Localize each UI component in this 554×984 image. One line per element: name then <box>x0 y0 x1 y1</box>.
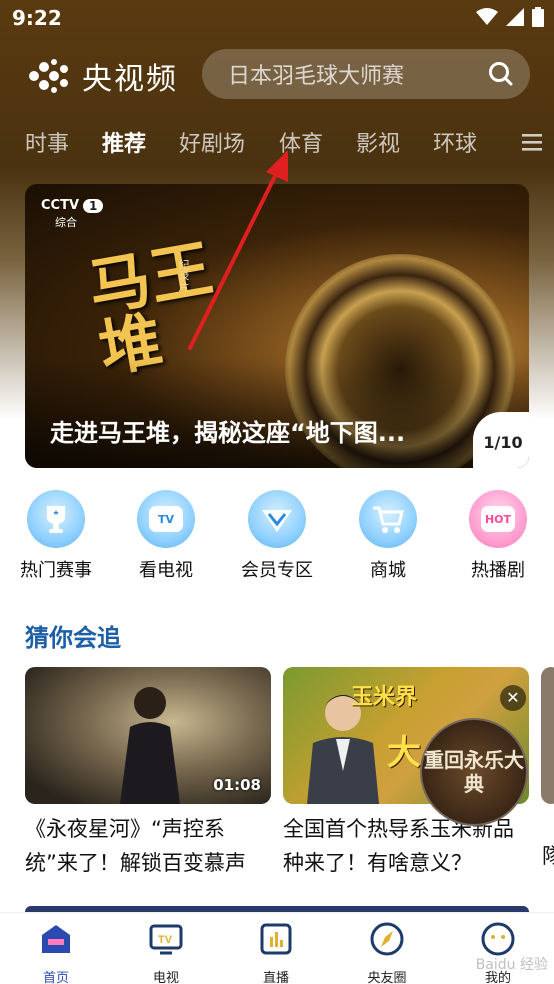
video-duration: 01:08 <box>213 776 261 794</box>
compass-icon <box>370 922 404 956</box>
quick-entry-label: 看电视 <box>139 560 193 581</box>
signal-icon <box>506 8 524 26</box>
quick-entries: 热门赛事 TV 看电视 会员专区 商城 HOT 热播剧 <box>0 490 554 590</box>
tv-icon: TV <box>137 490 195 548</box>
quick-entry-vip[interactable]: 会员专区 <box>227 490 327 582</box>
thumbnail-headline-2: 大 <box>387 733 421 773</box>
bottom-navigation: 首页 TV 电视 直播 央友圈 我的 Baidu 经验 <box>0 912 554 984</box>
app-header: 央视频 日本羽毛球大师赛 <box>0 46 554 102</box>
thumbnail-headline: 玉米界 <box>351 685 418 710</box>
tab-drama[interactable]: 好剧场 <box>179 126 245 158</box>
vip-icon <box>248 490 306 548</box>
live-icon <box>260 923 292 955</box>
tab-sports[interactable]: 体育 <box>279 126 323 158</box>
nav-label: 首页 <box>42 971 69 984</box>
video-thumbnail: 01:08 <box>25 667 271 804</box>
logo-icon <box>29 59 68 93</box>
battery-icon <box>532 7 544 27</box>
nav-label: 电视 <box>152 971 179 984</box>
watermark: Baidu 经验 <box>475 957 548 973</box>
nav-tv[interactable]: TV 电视 <box>126 921 206 984</box>
quick-entry-label: 热播剧 <box>471 560 525 581</box>
quick-entry-watch-tv[interactable]: TV 看电视 <box>116 490 216 582</box>
quick-entry-mall[interactable]: 商城 <box>338 490 438 582</box>
hot-icon: HOT <box>469 490 527 548</box>
tv-icon: TV <box>149 924 183 955</box>
search-icon[interactable] <box>488 61 514 87</box>
quick-entry-label: 会员专区 <box>241 560 313 581</box>
nav-label: 央友圈 <box>367 971 407 984</box>
quick-entry-label: 热门赛事 <box>20 560 92 581</box>
banner-counter: 1/10 <box>473 412 529 468</box>
quick-entry-hot-events[interactable]: 热门赛事 <box>6 490 106 582</box>
hero-banner[interactable]: 马王堆 纪录片 CCTV 1 综合 走进马王堆，揭秘这座“地下图... 1/10 <box>25 184 529 468</box>
app-name: 央视频 <box>82 62 178 97</box>
tab-current-affairs[interactable]: 时事 <box>25 126 69 158</box>
nav-live[interactable]: 直播 <box>236 921 316 984</box>
video-title: 《永夜星河》“声控系统”来了！解锁百变慕声 <box>25 817 246 875</box>
app-logo[interactable]: 央视频 <box>24 54 178 98</box>
nav-community[interactable]: 央友圈 <box>347 921 427 984</box>
search-bar[interactable]: 日本羽毛球大师赛 <box>202 49 530 99</box>
close-icon[interactable]: ✕ <box>500 685 526 711</box>
banner-caption: 走进马王堆，揭秘这座“地下图... <box>50 419 406 447</box>
search-placeholder: 日本羽毛球大师赛 <box>228 64 405 89</box>
menu-icon[interactable] <box>522 132 542 152</box>
quick-entry-hot-dramas[interactable]: HOT 热播剧 <box>448 490 548 582</box>
wifi-icon <box>476 8 498 25</box>
status-time: 9:22 <box>12 6 62 30</box>
status-bar: 9:22 <box>0 0 554 36</box>
figure-silhouette <box>120 687 180 804</box>
status-icons <box>476 7 544 27</box>
floating-promo[interactable]: 重回永乐大典 <box>420 718 528 826</box>
video-card[interactable]: 01:08 《永夜星河》“声控系统”来了！解锁百变慕声 <box>25 667 271 880</box>
documentary-tag: 纪录片 <box>177 259 190 292</box>
tab-film-tv[interactable]: 影视 <box>356 126 400 158</box>
channel-logo: CCTV <box>41 198 80 213</box>
channel-sub: 综合 <box>55 216 77 229</box>
section-title: 猜你会追 <box>25 624 121 652</box>
profile-icon <box>481 922 515 956</box>
nav-home[interactable]: 首页 <box>16 921 96 984</box>
svg-text:TV: TV <box>158 934 173 946</box>
channel-number: 1 <box>83 198 104 213</box>
nav-label: 直播 <box>262 971 289 984</box>
quick-entry-label: 商城 <box>370 560 406 581</box>
tab-recommended[interactable]: 推荐 <box>102 126 146 158</box>
category-tabs: 时事 推荐 好剧场 体育 影视 环球 <box>0 120 554 164</box>
tab-global[interactable]: 环球 <box>433 126 477 158</box>
channel-badge: CCTV 1 <box>41 198 104 213</box>
cart-icon <box>359 490 417 548</box>
trophy-icon <box>27 490 85 548</box>
home-icon <box>42 925 70 953</box>
video-card-peek[interactable] <box>541 667 554 804</box>
nav-profile[interactable]: 我的 <box>458 921 538 984</box>
video-title-peek: 隊 <box>542 844 554 868</box>
